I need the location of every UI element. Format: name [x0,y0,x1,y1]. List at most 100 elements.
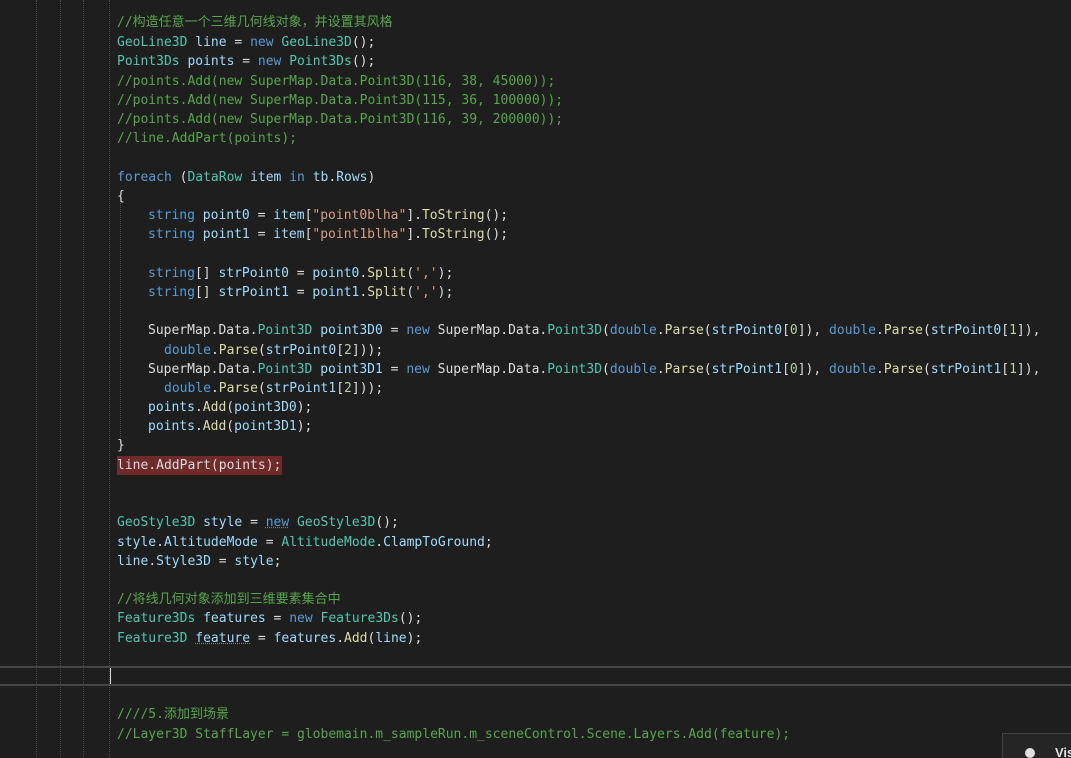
comment: //points.Add(new SuperMap.Data.Point3D(1… [117,112,564,127]
code-line-point0[interactable]: string point0 = item["point0blha"].ToStr… [148,206,508,225]
code-line-add1[interactable]: points.Add(point3D1); [148,417,312,436]
identifier: point0 [202,208,250,223]
indent-guide [109,0,110,758]
type-name: GeoLine3D [117,35,188,50]
type-name: Point3D [257,362,313,377]
identifier: points [148,419,195,434]
code-line-comment-layer[interactable]: //Layer3D StaffLayer = globemain.m_sampl… [117,725,790,744]
type-name: Point3D [547,362,603,377]
code-line-strpoint0[interactable]: string[] strPoint0 = point0.Split(','); [148,264,453,283]
type-name: Point3Ds [289,54,352,69]
punctuation: } [117,438,125,453]
string-literal: "point1blha" [312,227,407,242]
info-icon [1025,748,1035,758]
keyword: string [148,285,195,300]
keyword: new [289,611,313,626]
namespace: SuperMap [148,323,211,338]
code-line-point1[interactable]: string point1 = item["point1blha"].ToStr… [148,225,508,244]
notification-popup[interactable]: Vis [1002,733,1071,758]
punctuation: { [117,189,125,204]
number-literal: 2 [344,381,352,396]
code-editor[interactable]: //构造任意一个三维几何线对象，并设置其风格 GeoLine3D line = … [0,0,1071,758]
indent-guide [83,0,84,758]
code-line-add0[interactable]: points.Add(point3D0); [148,398,312,417]
identifier: item [273,227,305,242]
punctuation: ( [171,170,188,185]
code-line-point3d1-cont[interactable]: double.Parse(strPoint1[2])); [164,379,383,398]
method-name: Parse [218,343,258,358]
namespace: SuperMap [437,323,501,338]
code-line-style3d[interactable]: line.Style3D = style; [117,552,281,571]
code-line-2[interactable]: GeoLine3D line = new GeoLine3D(); [117,33,375,52]
identifier: line [195,35,227,50]
code-line-point3d0[interactable]: SuperMap.Data.Point3D point3D0 = new Sup… [148,321,1040,340]
keyword: double [609,323,657,338]
identifier: strPoint1 [265,381,337,396]
type-name: Point3Ds [117,54,180,69]
punctuation: (); [351,54,376,69]
code-line-4[interactable]: //points.Add(new SuperMap.Data.Point3D(1… [117,72,555,91]
identifier: points [148,400,195,415]
type-name: GeoStyle3D [297,515,376,530]
keyword: string [148,266,195,281]
namespace: SuperMap [437,362,501,377]
operator: = [234,54,258,69]
identifier: style [234,554,274,569]
namespace: Data [218,362,250,377]
identifier: strPoint0 [711,323,783,338]
method-name: Add [202,400,227,415]
code-line-comment-features[interactable]: //将线几何对象添加到三维要素集合中 [117,590,341,609]
code-line-strpoint1[interactable]: string[] strPoint1 = point1.Split(','); [148,283,453,302]
comment: //points.Add(new SuperMap.Data.Point3D(1… [117,74,556,89]
indent-guide [60,0,61,758]
keyword: double [829,323,877,338]
keyword: string [148,227,195,242]
method-name: Parse [218,381,258,396]
identifier: features [203,611,266,626]
code-line-point3d1[interactable]: SuperMap.Data.Point3D point3D1 = new Sup… [148,360,1040,379]
namespace: Data [508,323,540,338]
code-line-brace-open[interactable]: { [117,187,125,206]
code-line-comment-scene[interactable]: ////5.添加到场景 [117,705,229,724]
method-name: Parse [883,323,923,338]
code-line-addpart-error[interactable]: line.AddPart(points); [117,456,281,475]
method-name: Add [202,419,227,434]
identifier: item [250,170,282,185]
keyword: double [164,343,211,358]
keyword: double [164,381,211,396]
namespace: Data [508,362,540,377]
identifier: point3D1 [234,419,297,434]
code-line-1[interactable]: //构造任意一个三维几何线对象，并设置其风格 [117,13,393,32]
code-line-foreach[interactable]: foreach (DataRow item in tb.Rows) [117,168,375,187]
code-line-altitude[interactable]: style.AltitudeMode = AltitudeMode.ClampT… [117,533,493,552]
keyword: string [148,208,195,223]
identifier: line [117,554,149,569]
identifier: strPoint0 [265,343,337,358]
code-line-point3d0-cont[interactable]: double.Parse(strPoint0[2])); [164,341,383,360]
identifier: item [273,208,305,223]
code-line-geostyle[interactable]: GeoStyle3D style = new GeoStyle3D(); [117,513,399,532]
indent-guide [120,196,121,446]
code-line-6[interactable]: //points.Add(new SuperMap.Data.Point3D(1… [117,110,563,129]
type-name: Feature3Ds [117,611,196,626]
string-literal: ',' [414,285,438,300]
type-name: GeoStyle3D [117,515,196,530]
indent-guide [36,0,37,758]
identifier: Rows [336,170,368,185]
code-line-5[interactable]: //points.Add(new SuperMap.Data.Point3D(1… [117,91,563,110]
type-name: Point3D [547,323,603,338]
code-line-brace-close[interactable]: } [117,436,125,455]
code-line-feature[interactable]: Feature3D feature = features.Add(line); [117,629,422,648]
identifier: point1 [202,227,250,242]
identifier: AltitudeMode [163,535,258,550]
identifier: point3D0 [234,400,297,415]
method-name: Parse [883,362,923,377]
code-line-7[interactable]: //line.AddPart(points); [117,129,297,148]
method-name: ToString [421,227,485,242]
text-cursor [110,668,111,684]
number-literal: 1 [1009,362,1017,377]
comment: //构造任意一个三维几何线对象，并设置其风格 [117,15,393,30]
code-line-3[interactable]: Point3Ds points = new Point3Ds(); [117,52,375,71]
identifier: feature [195,631,251,646]
code-line-features[interactable]: Feature3Ds features = new Feature3Ds(); [117,609,422,628]
